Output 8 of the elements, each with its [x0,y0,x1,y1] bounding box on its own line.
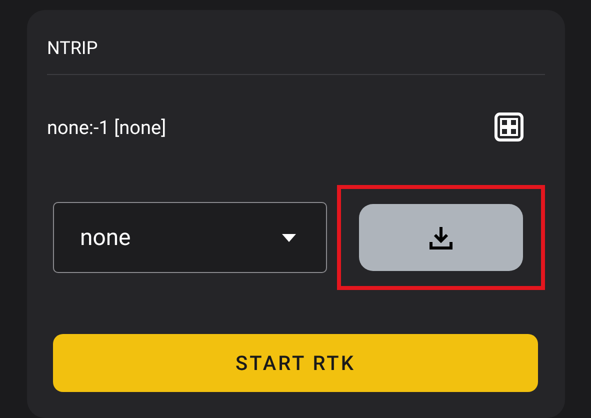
grid-icon[interactable] [494,112,524,142]
card-title: NTRIP [47,37,99,61]
caret-icon [282,234,296,242]
download-icon [428,224,454,250]
source-label: none:-1 [none] [47,116,166,138]
source-dropdown[interactable]: none [53,202,327,273]
start-rtk-button[interactable]: START RTK [53,334,538,392]
download-button[interactable] [359,204,523,271]
